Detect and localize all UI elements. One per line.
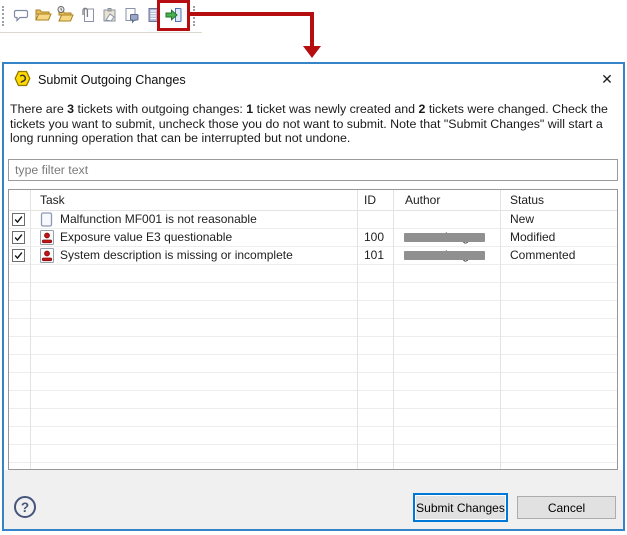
row-checkbox[interactable] — [12, 231, 25, 244]
dialog-message: There are 3 tickets with outgoing change… — [10, 102, 608, 146]
folder-pending-icon[interactable] — [56, 5, 75, 25]
id-cell: 101 — [364, 248, 385, 262]
submit-outgoing-changes-dialog: Submit Outgoing Changes ✕ There are 3 ti… — [2, 62, 625, 531]
annotation-arrow-head — [303, 46, 321, 58]
toolbar-grip[interactable] — [2, 6, 6, 26]
redaction-scribble — [404, 233, 485, 242]
annotation-highlight-box — [157, 0, 190, 31]
row-checkbox[interactable] — [12, 213, 25, 226]
table-row[interactable]: Exposure value E3 questionable 100 mauer… — [9, 229, 617, 247]
empty-table-row — [9, 319, 617, 337]
ticket-icon — [40, 248, 54, 263]
row-checkbox[interactable] — [12, 249, 25, 262]
button-bar: ? Submit Changes Cancel — [4, 470, 623, 529]
toolbar-grip[interactable] — [193, 6, 197, 26]
annotation-arrow-line — [310, 12, 314, 47]
tickets-table[interactable]: Task ID Author Status Malfunction MF001 … — [8, 189, 618, 470]
header-checkbox-col — [9, 190, 30, 210]
page-comment-icon[interactable] — [122, 5, 141, 25]
table-row[interactable]: System description is missing or incompl… — [9, 247, 617, 265]
table-header: Task ID Author Status — [9, 190, 617, 211]
toolbar — [0, 0, 230, 33]
status-cell: Commented — [510, 248, 576, 262]
column-divider — [30, 190, 31, 469]
comment-bubble-icon[interactable] — [12, 5, 31, 25]
empty-table-row — [9, 391, 617, 409]
toolbar-divider — [0, 32, 202, 33]
header-task: Task — [40, 192, 65, 207]
task-cell: Exposure value E3 questionable — [60, 230, 233, 244]
header-author: Author — [405, 193, 441, 207]
help-icon[interactable]: ? — [14, 496, 36, 518]
dialog-ticket-icon — [13, 69, 32, 88]
author-cell — [393, 211, 500, 228]
empty-table-row — [9, 301, 617, 319]
empty-table-row — [9, 337, 617, 355]
empty-table-row — [9, 283, 617, 301]
redaction-scribble — [404, 251, 485, 260]
empty-table-row — [9, 445, 617, 463]
author-cell: mauersberger — [393, 229, 500, 246]
column-divider — [393, 190, 394, 469]
column-divider — [500, 190, 501, 469]
close-icon[interactable]: ✕ — [593, 66, 621, 92]
empty-table-row — [9, 409, 617, 427]
dialog-title: Submit Outgoing Changes — [38, 73, 186, 87]
status-cell: Modified — [510, 230, 556, 244]
status-cell: New — [510, 212, 535, 226]
submit-changes-button[interactable]: Submit Changes — [413, 493, 508, 522]
filter-input[interactable] — [8, 159, 618, 181]
ticket-icon — [40, 230, 54, 245]
id-cell — [357, 211, 393, 228]
table-row[interactable]: Malfunction MF001 is not reasonable New — [9, 211, 617, 229]
cancel-button[interactable]: Cancel — [517, 496, 616, 519]
empty-table-row — [9, 427, 617, 445]
inspect-page-icon[interactable] — [100, 5, 119, 25]
id-cell: 100 — [364, 230, 385, 244]
header-status: Status — [510, 193, 545, 207]
author-cell: mauersberger — [393, 247, 500, 264]
task-cell: Malfunction MF001 is not reasonable — [60, 212, 257, 226]
empty-table-row — [9, 265, 617, 283]
empty-table-row — [9, 463, 617, 469]
new-ticket-icon — [40, 212, 54, 227]
column-divider — [357, 190, 358, 469]
empty-table-row — [9, 373, 617, 391]
header-id: ID — [364, 193, 376, 207]
annotation-arrow-line — [190, 12, 314, 16]
open-folder-icon[interactable] — [34, 5, 53, 25]
attachment-page-icon[interactable] — [78, 5, 97, 25]
empty-table-row — [9, 355, 617, 373]
task-cell: System description is missing or incompl… — [60, 248, 293, 262]
